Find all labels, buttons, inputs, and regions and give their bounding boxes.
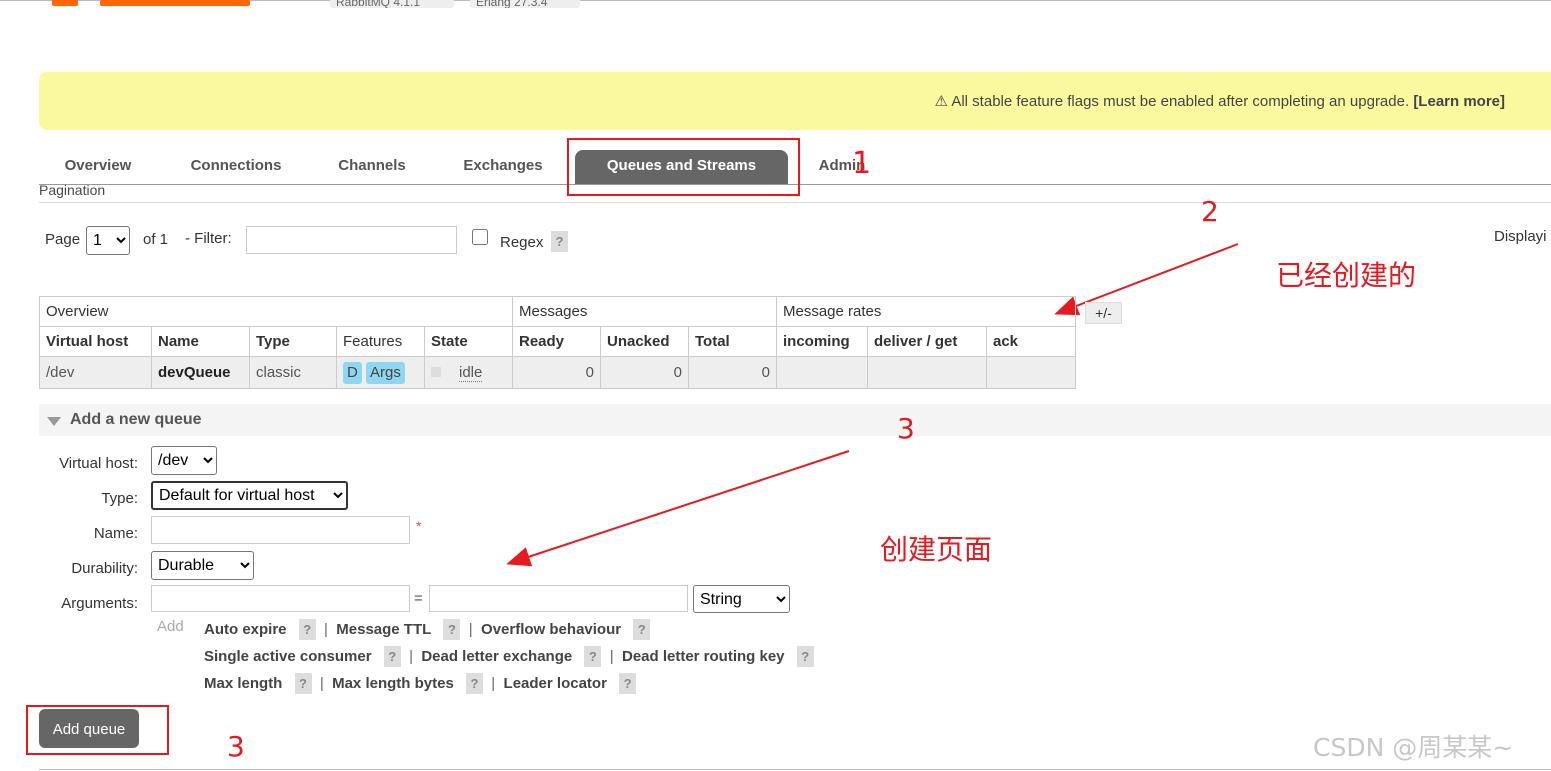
col-ack[interactable]: ack [986, 326, 1076, 357]
csdn-watermark: CSDN @周某某~ [1313, 733, 1514, 762]
footer-divider [39, 769, 1551, 770]
annotation-step-3: 3 [897, 412, 915, 445]
help-icon[interactable]: ? [465, 673, 483, 694]
annotation-box-button [26, 705, 169, 755]
separator: | [315, 675, 328, 692]
cell-total: 0 [688, 356, 777, 389]
help-icon[interactable]: ? [294, 673, 312, 694]
col-virtual-host[interactable]: Virtual host [39, 326, 152, 357]
cell-features: D Args [336, 356, 425, 389]
group-overview: Overview [39, 296, 513, 327]
argument-key-input[interactable] [151, 585, 410, 612]
annotation-step-3-note: 创建页面 [880, 533, 993, 566]
help-icon[interactable]: ? [383, 646, 401, 667]
arg-link-leader-locator[interactable]: Leader locator [504, 675, 607, 692]
column-toggle-button[interactable]: +/- [1085, 302, 1122, 324]
arg-link-message-ttl[interactable]: Message TTL [336, 621, 431, 638]
separator: | [605, 648, 618, 665]
vhost-select[interactable]: /dev [151, 446, 217, 475]
add-argument-label: Add [157, 618, 184, 635]
state-text: idle [459, 364, 483, 382]
arg-links-row-2: Single active consumer ? | Dead letter e… [204, 646, 814, 667]
arg-link-dead-letter-routing-key[interactable]: Dead letter routing key [622, 648, 785, 665]
add-queue-section-header[interactable] [39, 404, 1551, 436]
arrow-to-form [506, 450, 850, 567]
queue-name-input[interactable] [151, 516, 410, 544]
argument-value-input[interactable] [429, 585, 688, 612]
help-icon[interactable]: ? [633, 619, 651, 640]
type-select[interactable]: Default for virtual host [151, 481, 348, 510]
cell-type: classic [249, 356, 337, 389]
col-features: Features [336, 326, 425, 357]
col-deliver-get[interactable]: deliver / get [867, 326, 987, 357]
cell-incoming [776, 356, 868, 389]
separator: | [464, 621, 477, 638]
cell-deliver-get [867, 356, 987, 389]
arg-link-single-active-consumer[interactable]: Single active consumer [204, 648, 372, 665]
help-icon[interactable]: ? [443, 619, 461, 640]
group-message-rates: Message rates [776, 296, 1076, 327]
arguments-label: Arguments: [61, 595, 138, 612]
cell-queue-name-link[interactable]: devQueue [151, 356, 250, 389]
separator: | [487, 675, 500, 692]
cell-unacked: 0 [600, 356, 689, 389]
feature-args-badge[interactable]: Args [366, 361, 405, 384]
required-marker: * [416, 518, 422, 534]
queues-table: Overview Messages Message rates Virtual … [39, 296, 1076, 389]
cell-ack [986, 356, 1076, 389]
arg-link-overflow-behaviour[interactable]: Overflow behaviour [481, 621, 621, 638]
add-queue-title[interactable]: Add a new queue [70, 411, 202, 429]
col-name[interactable]: Name [151, 326, 250, 357]
table-row[interactable]: /dev devQueue classic D Args idle 0 0 0 [39, 356, 1076, 389]
separator: | [404, 648, 418, 665]
cell-vhost: /dev [39, 356, 152, 389]
feature-durable-badge: D [343, 361, 362, 384]
annotation-step-3-button: 3 [227, 730, 245, 763]
col-incoming[interactable]: incoming [776, 326, 868, 357]
durability-select-wrap: Durable [151, 551, 254, 580]
arg-type-select-wrap: String [693, 585, 790, 613]
state-indicator-icon [431, 367, 441, 377]
type-select-wrap: Default for virtual host [151, 481, 348, 510]
cell-ready: 0 [512, 356, 601, 389]
argument-equals: = [414, 590, 423, 607]
help-icon[interactable]: ? [298, 619, 316, 640]
col-type[interactable]: Type [249, 326, 337, 357]
durability-select[interactable]: Durable [151, 551, 254, 580]
col-ready[interactable]: Ready [512, 326, 601, 357]
arg-links-row-3: Max length ? | Max length bytes ? | Lead… [204, 673, 637, 694]
help-icon[interactable]: ? [584, 646, 602, 667]
col-total[interactable]: Total [688, 326, 777, 357]
argument-type-select[interactable]: String [693, 585, 790, 613]
name-label: Name: [93, 525, 138, 542]
arg-link-max-length-bytes[interactable]: Max length bytes [332, 675, 454, 692]
vhost-label: Virtual host: [59, 455, 138, 472]
durability-label: Durability: [71, 560, 138, 577]
separator: | [319, 621, 333, 638]
col-state[interactable]: State [424, 326, 513, 357]
arg-link-dead-letter-exchange[interactable]: Dead letter exchange [421, 648, 572, 665]
group-messages: Messages [512, 296, 777, 327]
arg-link-auto-expire[interactable]: Auto expire [204, 621, 287, 638]
collapse-triangle-icon[interactable] [47, 417, 61, 426]
arg-link-max-length[interactable]: Max length [204, 675, 282, 692]
cell-state: idle [424, 356, 513, 389]
col-unacked[interactable]: Unacked [600, 326, 689, 357]
help-icon[interactable]: ? [619, 673, 637, 694]
vhost-select-wrap: /dev [151, 446, 217, 475]
arg-links-row-1: Auto expire ? | Message TTL ? | Overflow… [204, 619, 651, 640]
type-label: Type: [101, 490, 138, 507]
help-icon[interactable]: ? [796, 646, 814, 667]
